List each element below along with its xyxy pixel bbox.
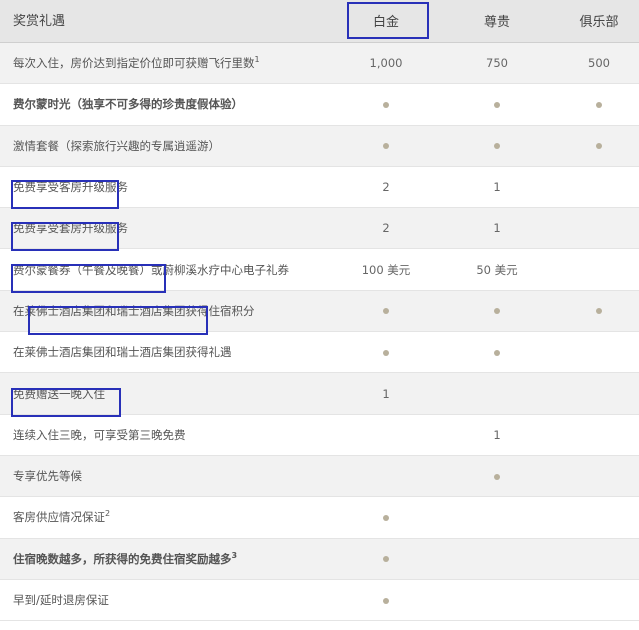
- cell-club: [554, 139, 639, 153]
- row-label: 费尔蒙时光（独享不可多得的珍贵度假体验）: [13, 96, 243, 112]
- cell-platinum: 1: [382, 386, 390, 401]
- cell-platinum: 2: [382, 180, 390, 195]
- header-label: 奖赏礼遇: [13, 14, 66, 29]
- bullet-dot-icon: [596, 101, 602, 108]
- cell-platinum: [341, 345, 431, 359]
- bullet-dot-icon: [383, 143, 389, 150]
- bullet-dot-icon: [494, 349, 500, 356]
- cell-premier: [452, 469, 542, 483]
- table-row: 激情套餐（探索旅行兴趣的专属逍遥游）: [0, 125, 639, 167]
- row-label: 住宿晚数越多，所获得的免费住宿奖励越多3: [13, 551, 237, 567]
- row-label-text: 专享优先等候: [13, 469, 82, 484]
- row-label: 在莱佛士酒店集团和瑞士酒店集团获得住宿积分: [13, 303, 255, 319]
- rewards-table-page: 奖赏礼遇 白金 尊贵 俱乐部 每次入住，房价达到指定价位即可获赠飞行里数1 1,0…: [0, 0, 639, 630]
- table-row: 在莱佛士酒店集团和瑞士酒店集团获得礼遇: [0, 332, 639, 374]
- table-row: 免费享受客房升级服务 2 1: [0, 167, 639, 209]
- bullet-dot-icon: [596, 143, 602, 150]
- cell-premier: 1: [493, 221, 501, 236]
- footnote-marker: 2: [105, 509, 111, 519]
- cell-club: [554, 97, 639, 111]
- table-row: 费尔蒙餐券（午餐及晚餐）或蔚柳溪水疗中心电子礼券 100 美元 50 美元: [0, 249, 639, 291]
- row-label-text: 激情套餐（探索旅行兴趣的专属逍遥游）: [13, 138, 220, 153]
- bullet-dot-icon: [383, 597, 389, 604]
- row-label: 客房供应情况保证2: [13, 509, 110, 525]
- cell-platinum: [341, 510, 431, 524]
- header-col-club: 俱乐部: [579, 15, 619, 30]
- cell-premier: 50 美元: [476, 262, 518, 277]
- cell-premier: 1: [493, 427, 501, 442]
- row-label: 免费享受套房升级服务: [13, 220, 128, 236]
- row-label-text: 费尔蒙餐券（午餐及晚餐）或蔚柳溪水疗中心电子礼券: [13, 262, 289, 277]
- cell-club: 500: [588, 56, 610, 71]
- footnote-marker: 1: [254, 55, 260, 65]
- row-label: 每次入住，房价达到指定价位即可获赠飞行里数1: [13, 55, 260, 71]
- bullet-dot-icon: [383, 349, 389, 356]
- cell-platinum: 100 美元: [361, 262, 411, 277]
- table-row: 每次入住，房价达到指定价位即可获赠飞行里数1 1,000 750 500: [0, 43, 639, 85]
- table-row: 专享优先等候: [0, 455, 639, 498]
- table-row: 免费享受套房升级服务 2 1: [0, 208, 639, 250]
- cell-platinum: [341, 593, 431, 607]
- bullet-dot-icon: [383, 556, 389, 563]
- table-row: 早到/延时退房保证: [0, 580, 639, 622]
- bullet-dot-icon: [596, 308, 602, 315]
- row-label-text: 连续入住三晚，可享受第三晚免费: [13, 427, 186, 442]
- table-row: 免费赠送一晚入住 1: [0, 373, 639, 415]
- cell-premier: 750: [486, 56, 508, 71]
- bullet-dot-icon: [383, 101, 389, 108]
- bullet-dot-icon: [494, 308, 500, 315]
- row-label: 在莱佛士酒店集团和瑞士酒店集团获得礼遇: [13, 344, 232, 360]
- row-label-text: 住宿晚数越多，所获得的免费住宿奖励越多: [13, 551, 232, 566]
- footnote-marker: 3: [231, 550, 238, 560]
- bullet-dot-icon: [494, 101, 500, 108]
- row-label-text: 在莱佛士酒店集团和瑞士酒店集团获得住宿积分: [13, 303, 255, 318]
- row-label: 激情套餐（探索旅行兴趣的专属逍遥游）: [13, 138, 220, 154]
- row-label-text: 免费享受客房升级服务: [13, 180, 128, 195]
- row-label: 免费享受客房升级服务: [13, 179, 128, 195]
- bullet-dot-icon: [383, 308, 389, 315]
- bullet-dot-icon: [494, 473, 500, 480]
- table-row: 在莱佛士酒店集团和瑞士酒店集团获得住宿积分: [0, 290, 639, 333]
- cell-premier: [452, 97, 542, 111]
- row-label-text: 费尔蒙时光（独享不可多得的珍贵度假体验）: [13, 97, 243, 112]
- table-body: 每次入住，房价达到指定价位即可获赠飞行里数1 1,000 750 500 费尔蒙时光（独…: [0, 43, 639, 622]
- cell-premier: [452, 304, 542, 318]
- cell-premier: [452, 139, 542, 153]
- header-col-premier: 尊贵: [483, 15, 510, 30]
- row-label-text: 在莱佛士酒店集团和瑞士酒店集团获得礼遇: [13, 345, 232, 360]
- cell-platinum: [341, 139, 431, 153]
- row-label-text: 每次入住，房价达到指定价位即可获赠飞行里数: [13, 56, 255, 71]
- row-label: 专享优先等候: [13, 468, 82, 484]
- row-label: 早到/延时退房保证: [13, 592, 109, 608]
- header-col-platinum: 白金: [372, 15, 399, 30]
- cell-platinum: [341, 304, 431, 318]
- row-label-text: 早到/延时退房保证: [13, 593, 109, 607]
- cell-platinum: 1,000: [369, 56, 403, 71]
- cell-platinum: [341, 552, 431, 566]
- table-row: 费尔蒙时光（独享不可多得的珍贵度假体验）: [0, 84, 639, 126]
- table-row: 客房供应情况保证2: [0, 497, 639, 539]
- bullet-dot-icon: [494, 143, 500, 150]
- table-header: 奖赏礼遇 白金 尊贵 俱乐部: [0, 0, 639, 43]
- table-row: 住宿晚数越多，所获得的免费住宿奖励越多3: [0, 538, 639, 580]
- cell-platinum: [341, 97, 431, 111]
- cell-premier: 1: [493, 180, 501, 195]
- row-label-text: 客房供应情况保证: [13, 510, 105, 525]
- row-label-text: 免费赠送一晚入住: [13, 386, 105, 401]
- table-row: 连续入住三晚，可享受第三晚免费 1: [0, 415, 639, 456]
- cell-premier: [452, 345, 542, 359]
- row-label-text: 免费享受套房升级服务: [13, 221, 128, 236]
- cell-club: [554, 304, 639, 318]
- row-label: 费尔蒙餐券（午餐及晚餐）或蔚柳溪水疗中心电子礼券: [13, 262, 289, 278]
- cell-platinum: 2: [382, 221, 390, 236]
- bullet-dot-icon: [383, 514, 389, 521]
- row-label: 连续入住三晚，可享受第三晚免费: [13, 427, 186, 443]
- row-label: 免费赠送一晚入住: [13, 386, 105, 402]
